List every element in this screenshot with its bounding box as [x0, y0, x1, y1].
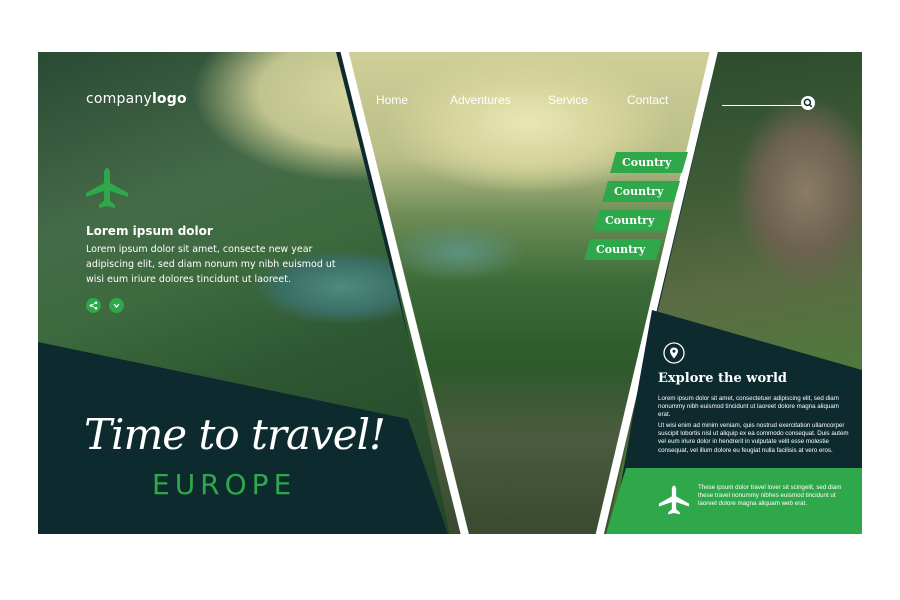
info-paragraph: Ut wisi enim ad minim veniam, quis nostr…: [658, 422, 849, 454]
search-icon[interactable]: [800, 95, 816, 111]
hero-title: Lorem ipsum dolor: [86, 224, 213, 238]
country-tag[interactable]: Country: [584, 239, 662, 260]
info-title: Explore the world: [658, 371, 787, 386]
info-footer-text: These ipsum dolor travel lover sit scing…: [698, 484, 842, 508]
airplane-icon: [658, 485, 690, 515]
country-tag[interactable]: Country: [610, 152, 688, 173]
map-pin-icon: [663, 342, 685, 364]
company-logo[interactable]: companylogo: [86, 91, 187, 107]
country-tag[interactable]: Country: [602, 181, 680, 202]
share-icon: [89, 301, 98, 310]
landing-page: [38, 52, 862, 534]
headline-destination: EUROPE: [152, 468, 297, 501]
country-tag[interactable]: Country: [593, 210, 671, 231]
chevron-down-icon: [113, 303, 120, 309]
logo-bold-text: logo: [151, 91, 187, 107]
airplane-icon: [86, 168, 128, 208]
logo-regular-text: company: [86, 91, 152, 107]
search-input[interactable]: [722, 105, 802, 106]
nav-service[interactable]: Service: [548, 93, 627, 107]
nav-home[interactable]: Home: [376, 93, 450, 107]
scroll-down-button[interactable]: [109, 298, 124, 313]
main-nav: Home Adventures Service Contact: [376, 93, 687, 107]
hero-description: Lorem ipsum dolor sit amet, consecte new…: [86, 244, 336, 285]
nav-adventures[interactable]: Adventures: [450, 93, 548, 107]
headline-script: Time to travel!: [84, 410, 386, 459]
nav-contact[interactable]: Contact: [627, 93, 687, 107]
info-paragraph: Lorem ipsum dolor sit amet, consectetuer…: [658, 395, 839, 419]
share-button[interactable]: [86, 298, 101, 313]
